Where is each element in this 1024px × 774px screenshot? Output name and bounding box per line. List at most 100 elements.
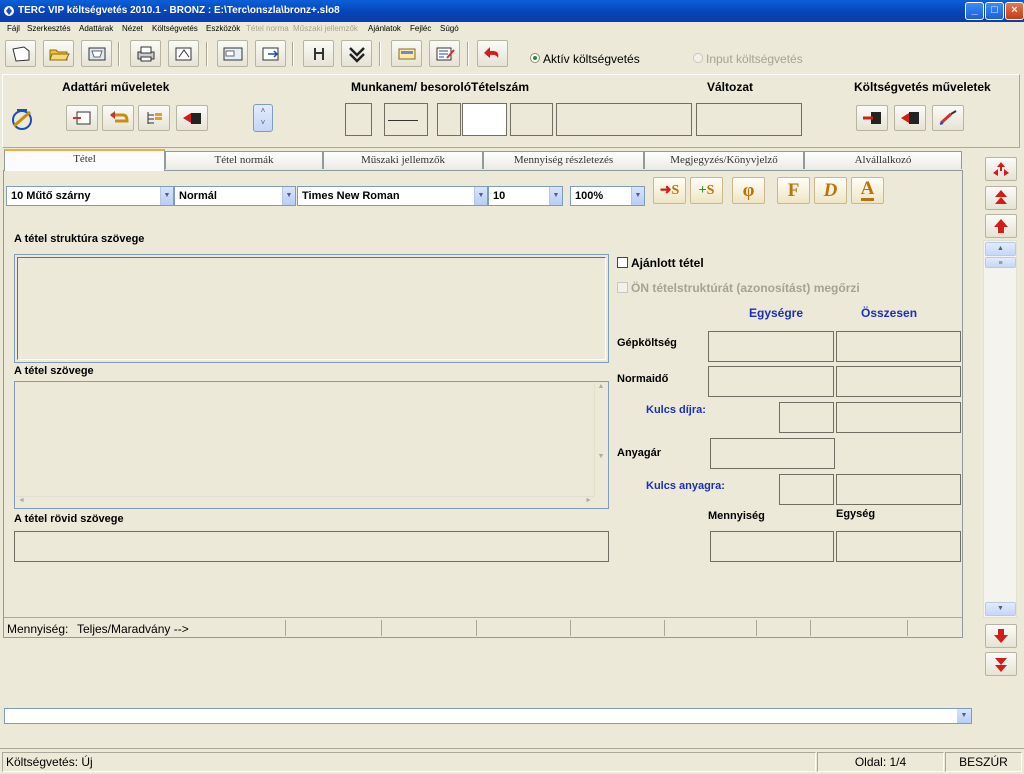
budget-back-button[interactable] bbox=[894, 105, 926, 131]
menu-view[interactable]: Nézet bbox=[122, 24, 143, 33]
budget-edit-button[interactable] bbox=[932, 105, 964, 131]
data-return-button[interactable] bbox=[102, 105, 134, 131]
item-number-field-2[interactable] bbox=[510, 103, 553, 136]
unit-field[interactable] bbox=[836, 531, 961, 562]
scroll-right-icon: ► bbox=[585, 497, 592, 504]
menu-help[interactable]: Súgó bbox=[440, 24, 459, 33]
menu-data-stores[interactable]: Adattárak bbox=[79, 24, 113, 33]
work-category-field-3[interactable] bbox=[437, 103, 461, 136]
menu-budget[interactable]: Költségvetés bbox=[152, 24, 198, 33]
short-text-field[interactable] bbox=[14, 531, 609, 562]
status-divider bbox=[664, 620, 665, 636]
material-key-total-field[interactable] bbox=[836, 474, 961, 505]
menu-technical[interactable]: Műszaki jellemzők bbox=[293, 24, 358, 33]
norm-time-unit-field[interactable] bbox=[708, 366, 834, 397]
tab-tetel[interactable]: Tétel bbox=[4, 149, 165, 171]
return-arrow-icon bbox=[110, 111, 129, 123]
status-divider bbox=[810, 620, 811, 636]
menu-file[interactable]: Fájl bbox=[7, 24, 20, 33]
budget-insert-button[interactable] bbox=[856, 105, 888, 131]
tab-mennyiseg-reszletezes[interactable]: Mennyiség részletezés bbox=[483, 151, 644, 169]
norm-time-total-field[interactable] bbox=[836, 366, 961, 397]
move-top-button[interactable] bbox=[985, 186, 1017, 210]
menu-edit[interactable]: Szerkesztés bbox=[27, 24, 71, 33]
item-number-field-1[interactable] bbox=[462, 103, 507, 136]
edit-sheet-button[interactable] bbox=[429, 40, 460, 67]
paragraph-select[interactable]: Normál ▼ bbox=[174, 186, 296, 206]
minimize-button[interactable]: _ bbox=[965, 2, 984, 20]
active-budget-radio[interactable] bbox=[530, 53, 540, 63]
move-expand-button[interactable] bbox=[985, 157, 1017, 181]
quantity-field[interactable] bbox=[710, 531, 834, 562]
move-down-button[interactable] bbox=[985, 624, 1017, 648]
zoom-value: 100% bbox=[575, 190, 604, 202]
menu-tools[interactable]: Eszközök bbox=[206, 24, 240, 33]
scroll-thumb[interactable]: ≡ bbox=[985, 257, 1016, 268]
fee-key-field[interactable] bbox=[779, 402, 834, 433]
recommended-item-checkbox[interactable] bbox=[617, 257, 628, 268]
data-back-button[interactable] bbox=[176, 105, 208, 131]
move-up-button[interactable] bbox=[985, 214, 1017, 238]
new-document-button[interactable] bbox=[5, 40, 36, 67]
tab-tetel-normak[interactable]: Tétel normák bbox=[165, 151, 323, 169]
tab-muszaki-jellemzok[interactable]: Műszaki jellemzők bbox=[323, 151, 483, 169]
save-button[interactable] bbox=[81, 40, 112, 67]
material-key-label: Kulcs anyagra: bbox=[646, 480, 725, 492]
double-arrow-down-icon bbox=[995, 658, 1007, 672]
preview-button[interactable] bbox=[168, 40, 199, 67]
undo-button[interactable] bbox=[477, 40, 508, 67]
zoom-select[interactable]: 100% ▼ bbox=[570, 186, 645, 206]
export-button[interactable] bbox=[255, 40, 286, 67]
close-button[interactable]: × bbox=[1005, 2, 1024, 20]
keep-structure-checkbox[interactable] bbox=[617, 282, 628, 293]
textarea-hscroll[interactable]: ◄ ► bbox=[16, 496, 594, 507]
symbol-button[interactable]: φ bbox=[732, 177, 765, 204]
data-tree-button[interactable] bbox=[138, 105, 170, 131]
spin-updown[interactable]: ˄ ˅ bbox=[253, 104, 273, 132]
print-button[interactable] bbox=[130, 40, 161, 67]
merge-button[interactable] bbox=[341, 40, 372, 67]
item-vertical-scrollbar[interactable]: ▲ ≡ ▼ bbox=[983, 240, 1017, 618]
tab-megjegyzes[interactable]: Megjegyzés/Könyvjelző bbox=[644, 151, 804, 169]
scroll-down-icon[interactable]: ▼ bbox=[985, 602, 1016, 616]
menu-item-norm[interactable]: Tétel norma bbox=[246, 24, 289, 33]
variant-field[interactable] bbox=[696, 103, 802, 136]
menu-header[interactable]: Fejléc bbox=[410, 24, 431, 33]
material-price-field[interactable] bbox=[710, 438, 835, 469]
material-key-field[interactable] bbox=[779, 474, 834, 505]
move-bottom-button[interactable] bbox=[985, 652, 1017, 676]
scroll-up-icon[interactable]: ▲ bbox=[985, 242, 1016, 256]
item-number-field-3[interactable] bbox=[556, 103, 692, 136]
fee-key-total-field[interactable] bbox=[836, 402, 961, 433]
textarea-vscroll[interactable]: ▲ ▼ bbox=[594, 383, 607, 495]
add-s-button[interactable]: + S bbox=[690, 177, 723, 204]
machine-cost-total-field[interactable] bbox=[836, 331, 961, 362]
open-folder-button[interactable] bbox=[43, 40, 74, 67]
menu-offers[interactable]: Ajánlatok bbox=[368, 24, 401, 33]
work-category-field-2[interactable] bbox=[384, 103, 428, 136]
font-f-button[interactable]: F bbox=[777, 177, 810, 204]
machine-cost-unit-field[interactable] bbox=[708, 331, 834, 362]
input-budget-radio[interactable] bbox=[693, 53, 703, 63]
toolbar-separator bbox=[467, 42, 469, 66]
font-select[interactable]: Times New Roman ▼ bbox=[297, 186, 488, 206]
data-import-button[interactable] bbox=[66, 105, 98, 131]
chevron-down-icon[interactable]: ▼ bbox=[957, 709, 971, 723]
insert-item-button[interactable] bbox=[303, 40, 334, 67]
maximize-button[interactable]: □ bbox=[985, 2, 1004, 20]
font-d-button[interactable]: D bbox=[814, 177, 847, 204]
work-category-field-1[interactable] bbox=[345, 103, 372, 136]
item-textarea[interactable]: ▲ ▼ ◄ ► bbox=[14, 381, 609, 509]
status-divider bbox=[756, 620, 757, 636]
font-size-select[interactable]: 10 ▼ bbox=[488, 186, 563, 206]
calculate-button[interactable] bbox=[391, 40, 422, 67]
tab-alvallalkozo[interactable]: Alvállalkozó bbox=[804, 151, 962, 169]
window-layout-button[interactable] bbox=[217, 40, 248, 67]
style-select[interactable]: 10 Műtő szárny ▼ bbox=[6, 186, 174, 206]
structure-textarea[interactable] bbox=[14, 254, 609, 363]
page-status: Oldal: 1/4 bbox=[817, 752, 944, 772]
bottom-combo-field[interactable]: ▼ bbox=[4, 708, 972, 724]
norm-time-label: Normaidő bbox=[617, 373, 669, 385]
font-a-button[interactable]: A bbox=[851, 177, 884, 204]
move-s-button[interactable]: ➜ S bbox=[653, 177, 686, 204]
